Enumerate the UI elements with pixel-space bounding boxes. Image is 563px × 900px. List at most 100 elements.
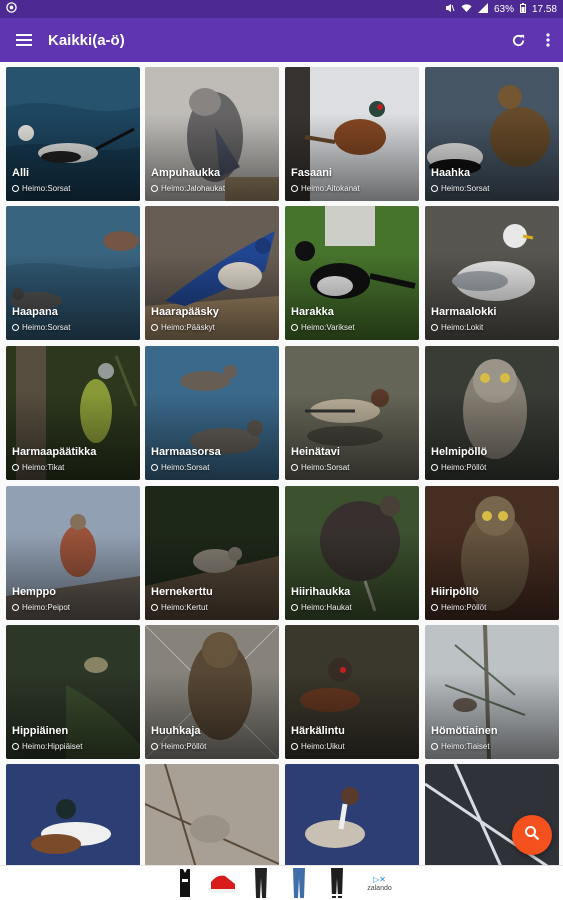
bird-family: Heimo:Pöllöt <box>431 463 486 472</box>
bird-card-alli[interactable]: Alli Heimo:Sorsat <box>6 67 140 201</box>
bird-card-haarapaasky[interactable]: Haarapääsky Heimo:Pääskyt <box>145 206 279 340</box>
status-bar: 63% 17.58 <box>0 0 563 18</box>
bird-card-helmipollo[interactable]: Helmipöllö Heimo:Pöllöt <box>425 346 559 480</box>
bird-family: Heimo:Tikat <box>12 463 64 472</box>
bird-name: Heinätavi <box>291 446 340 458</box>
signal-icon <box>477 2 488 16</box>
bird-family: Heimo:Haukat <box>291 603 352 612</box>
bird-family: Heimo:Kertut <box>151 603 208 612</box>
bird-card-ampuhaukka[interactable]: Ampuhaukka Heimo:Jalohaukat <box>145 67 279 201</box>
clock: 17.58 <box>531 3 557 15</box>
bird-photo <box>285 764 419 865</box>
bird-name: Hippiäinen <box>12 725 69 737</box>
family-icon <box>291 604 298 611</box>
bird-card-hiiripollo[interactable]: Hiiripöllö Heimo:Pöllöt <box>425 486 559 620</box>
ad-item-sneakers[interactable] <box>209 868 237 898</box>
bird-family: Heimo:Tiaiset <box>431 742 490 751</box>
bird-family: Heimo:Sorsat <box>12 184 70 193</box>
wifi-icon <box>461 3 472 16</box>
bird-name: Harmaalokki <box>431 306 497 318</box>
family-icon <box>12 604 19 611</box>
bird-card-homotiainen[interactable]: Hömötiainen Heimo:Tiaiset <box>425 625 559 759</box>
battery-icon <box>519 2 526 16</box>
bird-name: Hömötiainen <box>431 725 498 737</box>
bird-family: Heimo:Peipot <box>12 603 70 612</box>
battery-percent: 63% <box>493 3 514 15</box>
family-icon <box>431 464 438 471</box>
bird-card-harmaalokki[interactable]: Harmaalokki Heimo:Lokit <box>425 206 559 340</box>
bird-card-harakka[interactable]: Harakka Heimo:Varikset <box>285 206 419 340</box>
bird-card-hernekerttu[interactable]: Herne­kerttu Heimo:Kertut <box>145 486 279 620</box>
mute-icon <box>445 3 455 16</box>
bird-family: Heimo:Aitokanat <box>291 184 360 193</box>
search-icon <box>524 825 540 846</box>
bird-family: Heimo:Hippiäiset <box>12 742 82 751</box>
bird-name: Harmaasorsa <box>151 446 221 458</box>
bird-family: Heimo:Uikut <box>291 742 345 751</box>
bird-family: Heimo:Jalohaukat <box>151 184 225 193</box>
adchoices-icon[interactable]: ▷✕ <box>373 875 386 884</box>
family-icon <box>12 185 19 192</box>
family-icon <box>12 324 19 331</box>
more-vert-icon[interactable] <box>533 18 563 62</box>
bird-family: Heimo:Pöllöt <box>431 603 486 612</box>
bird-name: Haapana <box>12 306 58 318</box>
bird-name: Harakka <box>291 306 334 318</box>
ad-banner[interactable]: ▷✕ zalando <box>0 865 563 900</box>
ad-item-jeans[interactable] <box>285 868 313 898</box>
bird-card-harmaapaatikka[interactable]: Harmaapäätikka Heimo:Tikat <box>6 346 140 480</box>
bird-card-huuhkaja[interactable]: Huuhkaja Heimo:Pöllöt <box>145 625 279 759</box>
bird-name: Harmaapäätikka <box>12 446 97 458</box>
bird-card-harmaasorsa[interactable]: Harmaasorsa Heimo:Sorsat <box>145 346 279 480</box>
family-icon <box>431 743 438 750</box>
family-icon <box>431 185 438 192</box>
app-bar: Kaikki(a-ö) <box>0 18 563 62</box>
family-icon <box>431 604 438 611</box>
bird-card-row6-2[interactable] <box>145 764 279 865</box>
family-icon <box>291 185 298 192</box>
family-icon <box>151 464 158 471</box>
search-button[interactable] <box>512 815 552 855</box>
bird-card-row6-1[interactable] <box>6 764 140 865</box>
ad-item-joggers[interactable] <box>323 868 351 898</box>
bird-family: Heimo:Pöllöt <box>151 742 206 751</box>
family-icon <box>151 604 158 611</box>
bird-card-hippiainen[interactable]: Hippiäinen Heimo:Hippiäiset <box>6 625 140 759</box>
family-icon <box>12 464 19 471</box>
bird-name: Haarapääsky <box>151 306 219 318</box>
bird-name: Hiiripöllö <box>431 586 479 598</box>
bird-family: Heimo:Pääskyt <box>151 323 215 332</box>
family-icon <box>431 324 438 331</box>
bird-grid: Alli Heimo:Sorsat Ampuhaukka Heimo:Jaloh… <box>0 62 563 865</box>
bird-name: Helmipöllö <box>431 446 488 458</box>
bird-name: Hiirihaukka <box>291 586 351 598</box>
ad-item-black-pants[interactable] <box>247 868 275 898</box>
bird-card-hiirihaukka[interactable]: Hiirihaukka Heimo:Haukat <box>285 486 419 620</box>
family-icon <box>291 743 298 750</box>
ad-label[interactable]: ▷✕ zalando <box>367 875 392 892</box>
bird-photo <box>6 764 140 865</box>
bird-card-heinatavi[interactable]: Heinätavi Heimo:Sorsat <box>285 346 419 480</box>
family-icon <box>151 185 158 192</box>
bird-card-harkalintu[interactable]: Härkälintu Heimo:Uikut <box>285 625 419 759</box>
ad-item-tanktop[interactable] <box>171 868 199 898</box>
bird-name: Hemppo <box>12 586 56 598</box>
family-icon <box>151 743 158 750</box>
bird-photo <box>145 764 279 865</box>
ad-brand: zalando <box>367 884 392 892</box>
page-title: Kaikki(a-ö) <box>48 31 125 49</box>
bird-card-row6-3[interactable] <box>285 764 419 865</box>
bird-name: Huuhkaja <box>151 725 201 737</box>
bird-card-hemppo[interactable]: Hemppo Heimo:Peipot <box>6 486 140 620</box>
refresh-icon[interactable] <box>503 18 533 62</box>
bird-card-fasaani[interactable]: Fasaani Heimo:Aitokanat <box>285 67 419 201</box>
bird-family: Heimo:Sorsat <box>12 323 70 332</box>
menu-icon[interactable] <box>0 18 48 62</box>
bird-name: Herne­kerttu <box>151 586 213 598</box>
bird-card-haahka[interactable]: Haahka Heimo:Sorsat <box>425 67 559 201</box>
bird-name: Fasaani <box>291 167 332 179</box>
family-icon <box>291 464 298 471</box>
bird-name: Härkälintu <box>291 725 345 737</box>
bird-card-haapana[interactable]: Haapana Heimo:Sorsat <box>6 206 140 340</box>
notification-icon <box>6 2 17 16</box>
